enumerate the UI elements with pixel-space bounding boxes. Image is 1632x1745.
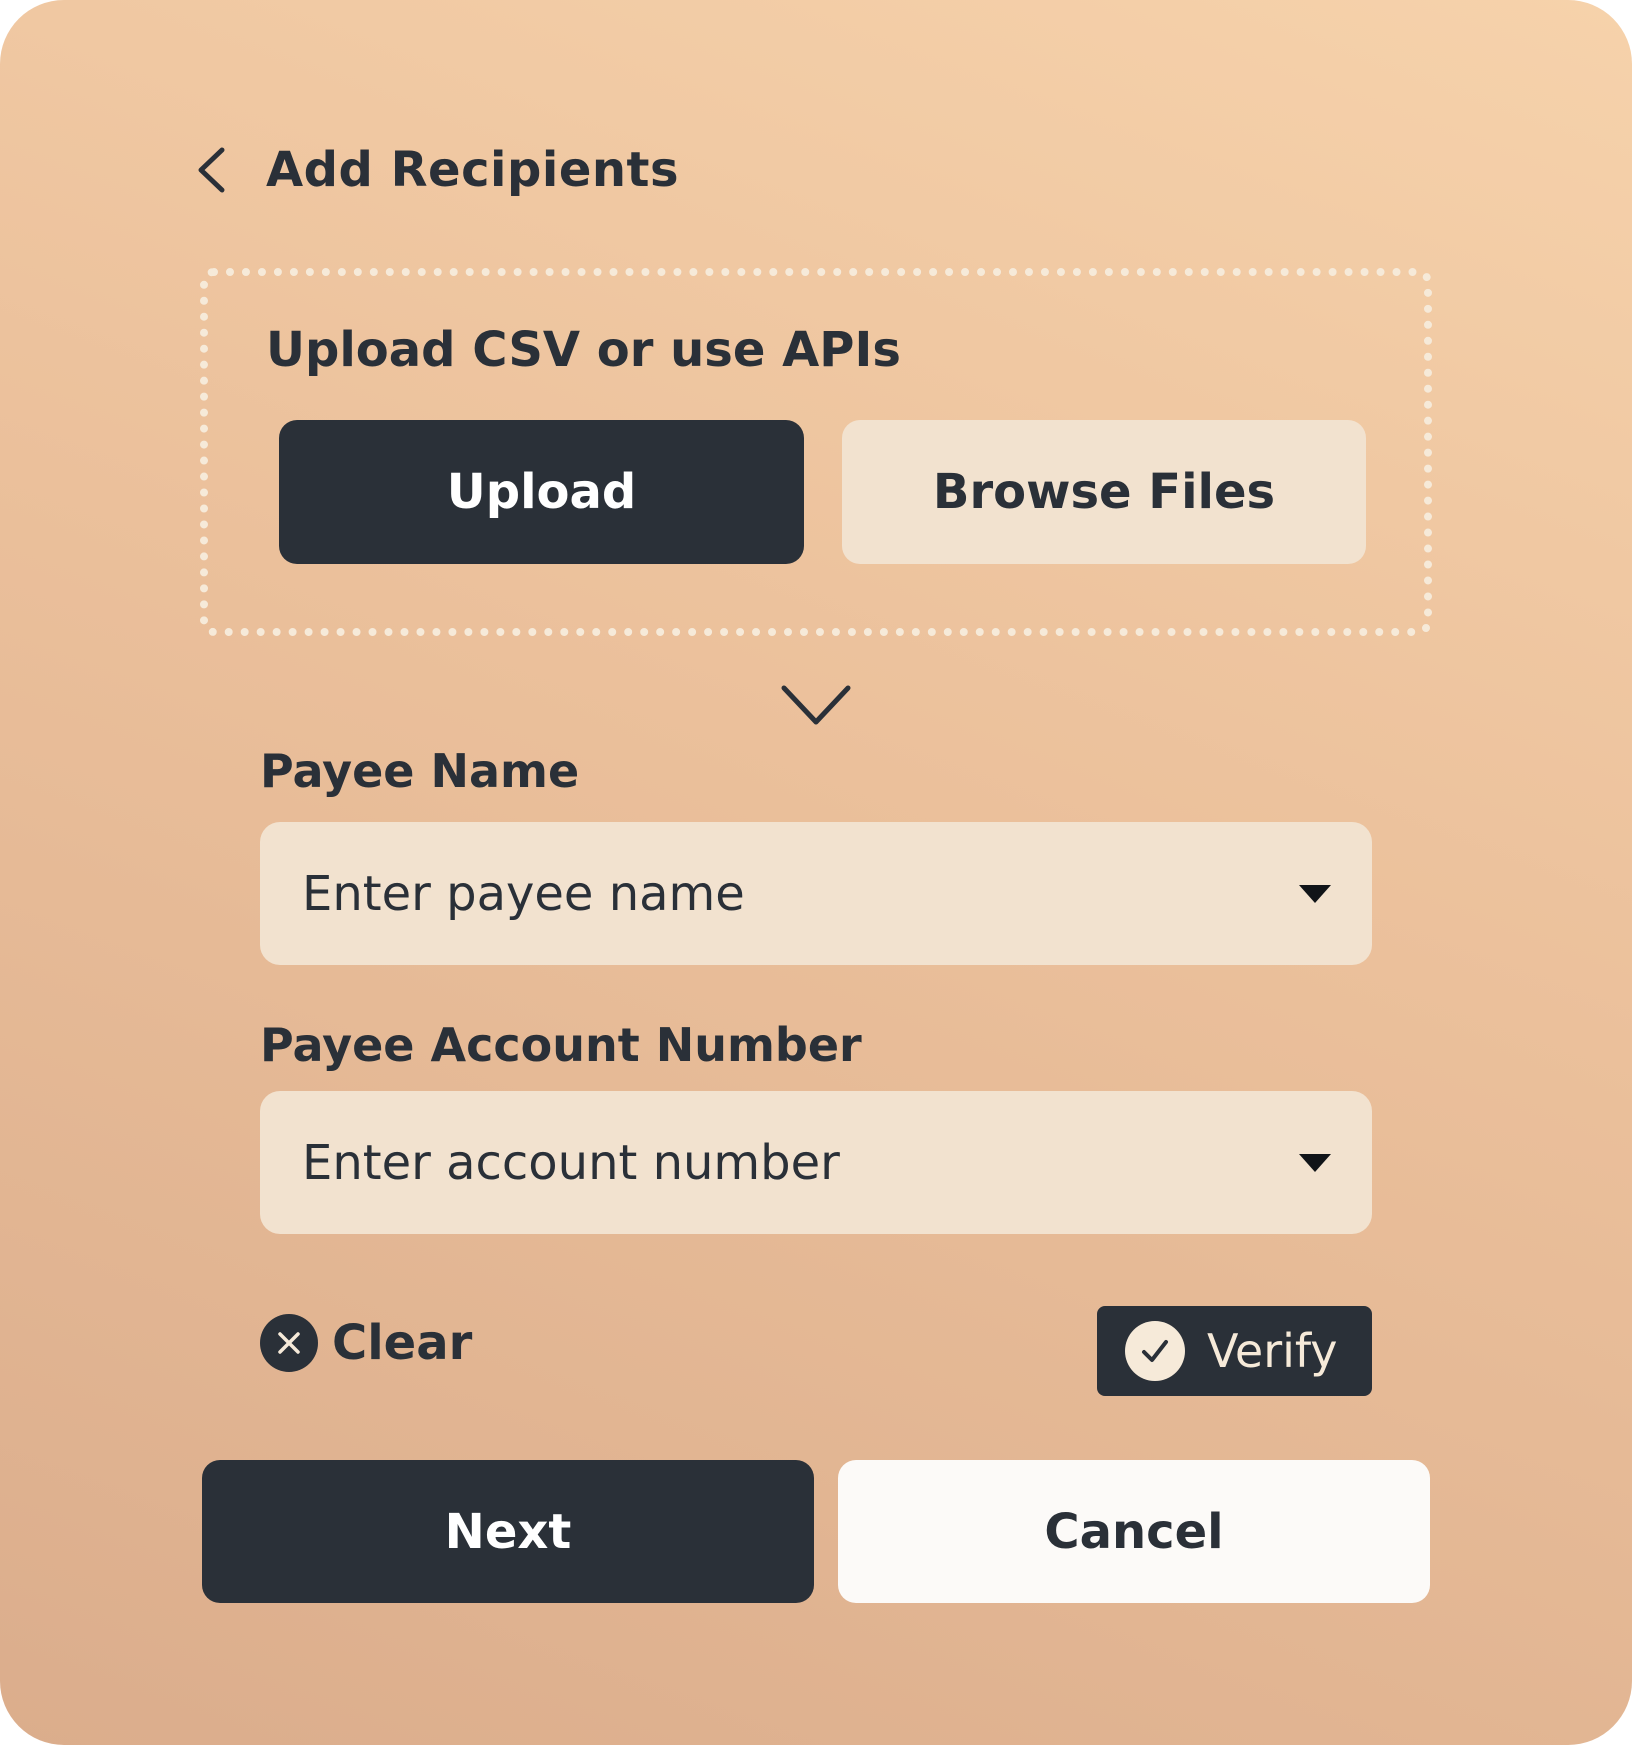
check-circle-icon — [1125, 1321, 1185, 1381]
caret-down-icon — [1299, 1153, 1331, 1172]
verify-label: Verify — [1207, 1324, 1338, 1378]
browse-files-button[interactable]: Browse Files — [842, 420, 1366, 564]
page-title: Add Recipients — [266, 142, 680, 198]
payee-name-label: Payee Name — [260, 744, 580, 798]
clear-label: Clear — [332, 1315, 473, 1371]
caret-down-icon — [1299, 884, 1331, 903]
add-recipients-card: Add Recipients Upload CSV or use APIs Up… — [0, 0, 1632, 1745]
account-number-select[interactable]: Enter account number — [260, 1091, 1372, 1234]
payee-name-placeholder: Enter payee name — [302, 865, 745, 922]
verify-button[interactable]: Verify — [1097, 1306, 1372, 1396]
payee-name-select[interactable]: Enter payee name — [260, 822, 1372, 965]
close-circle-icon — [260, 1314, 318, 1372]
upload-heading: Upload CSV or use APIs — [266, 322, 901, 378]
chevron-down-icon — [781, 685, 851, 725]
back-button[interactable] — [196, 140, 256, 200]
account-number-placeholder: Enter account number — [302, 1134, 840, 1191]
clear-button[interactable]: Clear — [260, 1312, 472, 1374]
account-number-label: Payee Account Number — [260, 1018, 862, 1072]
upload-button[interactable]: Upload — [279, 420, 804, 564]
cancel-button[interactable]: Cancel — [838, 1460, 1430, 1603]
chevron-left-icon — [198, 147, 225, 193]
next-button[interactable]: Next — [202, 1460, 814, 1603]
header: Add Recipients — [196, 132, 679, 208]
